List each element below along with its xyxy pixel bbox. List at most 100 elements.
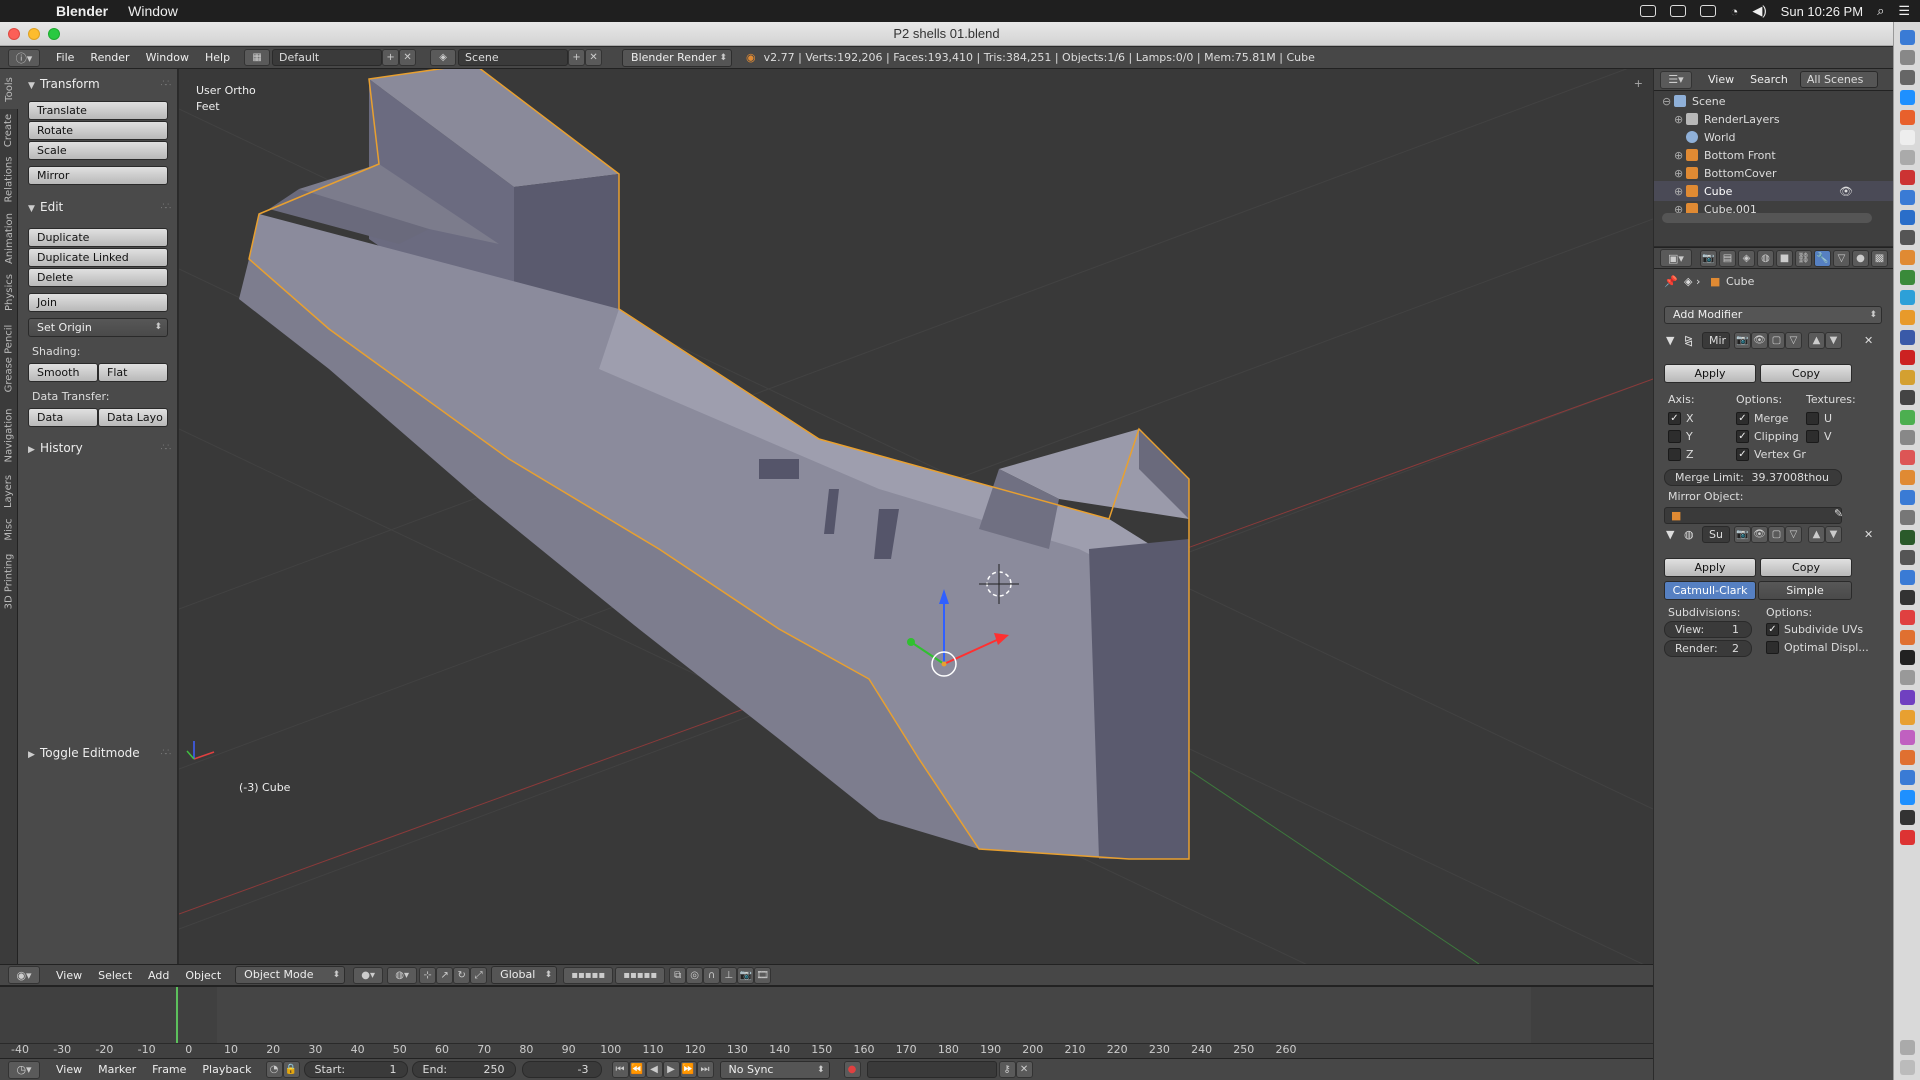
play-reverse-icon[interactable]: ◀: [645, 1061, 663, 1078]
app-icon-4[interactable]: [1900, 490, 1915, 505]
transform-panel-header[interactable]: ▼ Transform ∴∴: [18, 75, 178, 93]
preview-range-icon[interactable]: ◔: [265, 1061, 283, 1078]
mirror-button[interactable]: Mirror: [28, 166, 168, 185]
tab-navigation[interactable]: Navigation: [0, 401, 18, 469]
grip-icon[interactable]: ∴∴: [161, 75, 172, 93]
add-layout-icon[interactable]: +: [382, 49, 400, 66]
scene-tab-icon[interactable]: ◈: [1738, 249, 1755, 267]
scale-button[interactable]: Scale: [28, 141, 168, 160]
outliner-filter-dropdown[interactable]: All Scenes: [1799, 71, 1878, 88]
outliner-item-bottom-front[interactable]: ⊕ Bottom Front: [1654, 145, 1893, 165]
bridge-icon[interactable]: [1900, 370, 1915, 385]
expand-icon[interactable]: ⊕: [1674, 149, 1686, 162]
mirror-name-field[interactable]: Mir: [1702, 332, 1730, 349]
texture-v-checkbox[interactable]: [1806, 430, 1819, 443]
lock-range-icon[interactable]: 🔒: [282, 1061, 300, 1078]
shading-dropdown[interactable]: ●▾: [353, 966, 384, 984]
menu-view[interactable]: View: [56, 969, 82, 982]
app-icon-19[interactable]: [1900, 790, 1915, 805]
outliner-item-bottomcover[interactable]: ⊕ BottomCover: [1654, 163, 1893, 183]
cage-toggle-icon[interactable]: ▽: [1785, 332, 1802, 349]
play-icon[interactable]: ▶: [662, 1061, 680, 1078]
chrome-icon[interactable]: [1900, 410, 1915, 425]
menu-view[interactable]: View: [56, 1063, 82, 1076]
zoom-icon[interactable]: [48, 28, 60, 40]
remove-modifier-icon[interactable]: ✕: [1864, 528, 1873, 541]
eyedropper-icon[interactable]: ✎: [1834, 507, 1843, 520]
grip-icon[interactable]: ∴∴: [161, 198, 172, 216]
layout-icon[interactable]: ▦: [244, 49, 271, 66]
expand-icon[interactable]: ⊕: [1674, 185, 1686, 198]
rotate-button[interactable]: Rotate: [28, 121, 168, 140]
delete-button[interactable]: Delete: [28, 268, 168, 287]
notes-icon[interactable]: [1900, 130, 1915, 145]
remove-scene-icon[interactable]: ✕: [585, 49, 603, 66]
modifier-collapse-icon[interactable]: ▼: [1666, 334, 1674, 347]
3d-viewport[interactable]: User Ortho Feet (-3) Cube +: [179, 69, 1653, 964]
numbers-icon[interactable]: [1900, 270, 1915, 285]
texture-u-checkbox[interactable]: [1806, 412, 1819, 425]
clock[interactable]: Sun 10:26 PM: [1781, 4, 1863, 19]
app-icon-3[interactable]: [1900, 470, 1915, 485]
join-button[interactable]: Join: [28, 293, 168, 312]
rotate-manipulator-icon[interactable]: ↻: [453, 966, 471, 984]
sync-dropdown[interactable]: No Sync: [719, 1060, 830, 1079]
app-icon-21[interactable]: [1900, 830, 1915, 845]
outliner-editor-icon[interactable]: ☰▾: [1660, 70, 1692, 89]
status-icon[interactable]: [1640, 5, 1657, 17]
outliner-item-scene[interactable]: ⊖ Scene: [1654, 91, 1893, 111]
axis-z-checkbox[interactable]: [1668, 448, 1681, 461]
menu-add[interactable]: Add: [148, 969, 169, 982]
snap-target-icon[interactable]: ⊥: [720, 966, 738, 984]
viewport-toggle-icon[interactable]: 👁: [1751, 526, 1768, 543]
render-levels-field[interactable]: Render: 2: [1664, 640, 1752, 657]
skype-icon[interactable]: [1900, 190, 1915, 205]
contacts-icon[interactable]: [1900, 150, 1915, 165]
menu-playback[interactable]: Playback: [202, 1063, 251, 1076]
photoshop-icon[interactable]: [1900, 290, 1915, 305]
subsurf-copy-button[interactable]: Copy: [1760, 558, 1852, 577]
scene-field[interactable]: Scene: [458, 49, 569, 66]
orientation-dropdown[interactable]: Global: [491, 966, 558, 984]
cube-object[interactable]: [239, 69, 1190, 860]
translate-manipulator-icon[interactable]: ↗: [436, 966, 454, 984]
app-icon-18[interactable]: [1900, 770, 1915, 785]
app-icon-17[interactable]: [1900, 750, 1915, 765]
firefox-icon[interactable]: [1900, 110, 1915, 125]
tab-physics[interactable]: Physics: [0, 269, 18, 315]
render-engine-dropdown[interactable]: Blender Render: [622, 48, 733, 67]
tab-animation[interactable]: Animation: [0, 207, 18, 269]
layout-field[interactable]: Default: [272, 49, 383, 66]
translate-button[interactable]: Translate: [28, 101, 168, 120]
editmode-toggle-icon[interactable]: ▢: [1768, 526, 1785, 543]
opengl-anim-icon[interactable]: 🎞: [754, 966, 772, 984]
blender-dock-icon[interactable]: [1900, 250, 1915, 265]
opengl-render-icon[interactable]: 📷: [737, 966, 755, 984]
volume-icon[interactable]: ◀): [1752, 3, 1766, 19]
camera-icon[interactable]: [1670, 5, 1687, 17]
app-icon[interactable]: [1900, 230, 1915, 245]
merge-limit-field[interactable]: Merge Limit: 39.37008thou: [1664, 469, 1842, 486]
menu-list-icon[interactable]: ☰: [1898, 3, 1910, 19]
render-toggle-icon[interactable]: 📷: [1734, 526, 1751, 543]
delete-keyframe-icon[interactable]: ✕: [1015, 1061, 1033, 1078]
current-frame-marker[interactable]: [176, 987, 179, 1043]
data-tab-icon[interactable]: ▽: [1833, 249, 1850, 267]
jump-keyframe-back-icon[interactable]: ⏪: [628, 1061, 646, 1078]
menu-frame[interactable]: Frame: [152, 1063, 186, 1076]
modifier-collapse-icon[interactable]: ▼: [1666, 528, 1674, 541]
menu-window[interactable]: Window: [146, 51, 189, 64]
toggle-editmode-panel[interactable]: ▶ Toggle Editmode ∴∴: [18, 744, 178, 762]
mirror-copy-button[interactable]: Copy: [1760, 364, 1852, 383]
properties-editor-icon[interactable]: ▣▾: [1660, 249, 1692, 267]
expand-icon[interactable]: ⊕: [1674, 167, 1686, 180]
app-icon-10[interactable]: [1900, 610, 1915, 625]
close-icon[interactable]: [8, 28, 20, 40]
layers-grid-1[interactable]: ▪▪▪▪▪: [563, 966, 614, 984]
layers-grid-2[interactable]: ▪▪▪▪▪: [615, 966, 666, 984]
app-icon-7[interactable]: [1900, 550, 1915, 565]
add-view-icon[interactable]: +: [1634, 77, 1643, 90]
snap-icon[interactable]: ∩: [703, 966, 721, 984]
history-panel-header[interactable]: ▶ History ∴∴: [18, 439, 178, 457]
remove-modifier-icon[interactable]: ✕: [1864, 334, 1873, 347]
